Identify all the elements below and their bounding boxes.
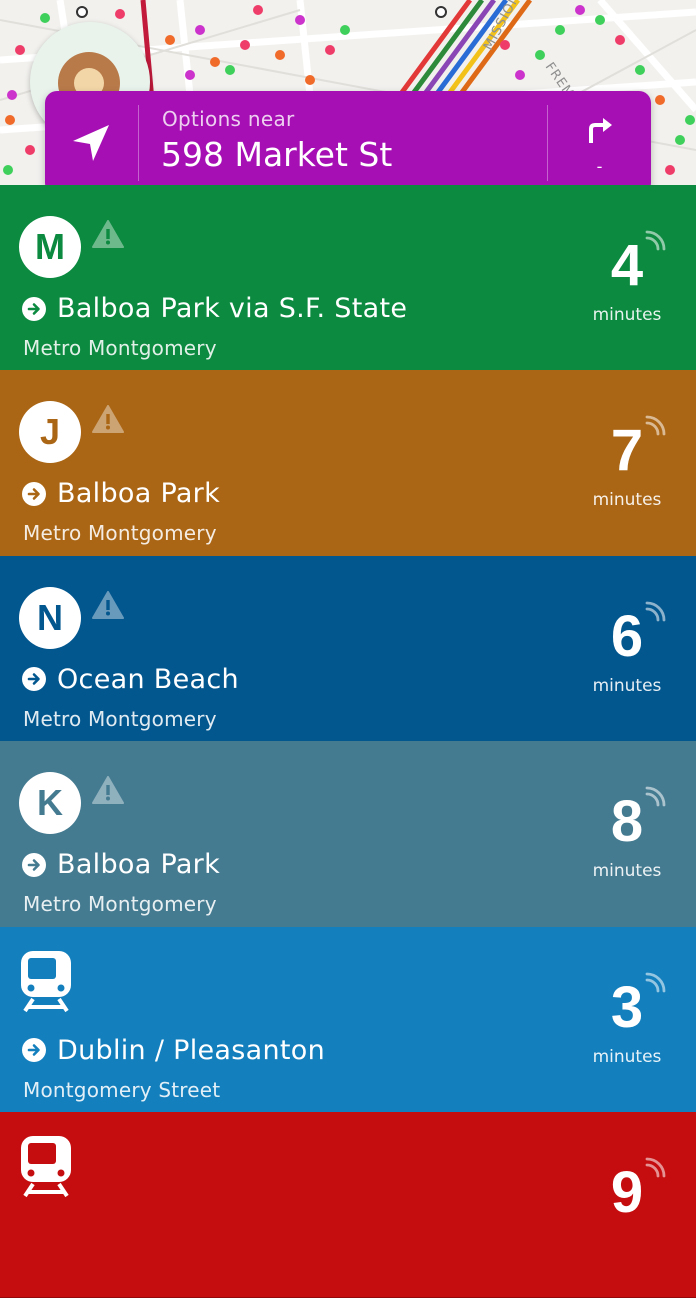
- route-row[interactable]: Dublin / Pleasanton Montgomery Street 3 mi…: [0, 926, 696, 1113]
- minutes-label: minutes: [592, 675, 662, 696]
- destination-row: Balboa Park: [22, 849, 220, 880]
- turn-right-icon: [589, 118, 612, 143]
- realtime-signal-icon: [645, 972, 666, 992]
- minutes-value: 4: [610, 233, 644, 298]
- realtime-signal-icon: [645, 1157, 666, 1178]
- alert-icon[interactable]: [92, 405, 124, 434]
- train-icon: [21, 950, 71, 1012]
- destination-row: Dublin / Pleasanton: [22, 1035, 325, 1066]
- divider: [138, 105, 139, 181]
- line-badge: N: [19, 586, 81, 649]
- stop-name: Metro Montgomery: [23, 521, 217, 546]
- destination-name: Balboa Park via S.F. State: [57, 293, 408, 324]
- route-row[interactable]: M Balboa Park via S.F. State Metro Montg…: [0, 185, 696, 372]
- stop-name: Montgomery Street: [23, 1077, 221, 1102]
- line-badge: M: [19, 216, 81, 278]
- route-row[interactable]: N Ocean Beach Metro Montgomery 6 minutes: [0, 555, 696, 743]
- stop-name: Metro Montgomery: [23, 336, 217, 360]
- minutes-value: 8: [610, 789, 644, 855]
- minutes-label: minutes: [592, 1046, 662, 1067]
- arrow-right-icon: [22, 852, 46, 877]
- route-row[interactable]: 9: [0, 1112, 696, 1298]
- realtime-signal-icon: [645, 415, 666, 436]
- destination-row: Balboa Park via S.F. State: [22, 293, 407, 324]
- arrow-right-icon: [22, 296, 46, 321]
- destination-name: Dublin / Pleasanton: [57, 1034, 326, 1066]
- line-badge: J: [19, 401, 81, 464]
- minutes-value: 9: [610, 1160, 644, 1225]
- minutes-label: minutes: [592, 861, 662, 882]
- alert-icon[interactable]: [92, 220, 124, 248]
- minutes-value: 3: [610, 974, 644, 1040]
- line-badge: K: [19, 772, 81, 835]
- destination-name: Ocean Beach: [57, 663, 239, 695]
- locate-button[interactable]: [45, 91, 137, 195]
- train-icon: [21, 1136, 71, 1198]
- stop-name: Metro Montgomery: [23, 892, 217, 917]
- route-row[interactable]: J Balboa Park Metro Montgomery 7 minutes: [0, 370, 696, 557]
- arrow-right-icon: [22, 1038, 46, 1063]
- alert-icon[interactable]: [92, 776, 124, 805]
- arrow-right-icon: [22, 667, 46, 692]
- minutes-value: 7: [610, 418, 644, 484]
- minutes-label: minutes: [592, 305, 662, 325]
- location-banner[interactable]: Options near 598 Market St -: [45, 91, 651, 195]
- route-row[interactable]: K Balboa Park Metro Montgomery 8 minutes: [0, 741, 696, 928]
- minutes-value: 6: [610, 603, 644, 669]
- options-near-label: Options near: [162, 107, 295, 131]
- destination-row: Ocean Beach: [22, 664, 239, 695]
- current-address[interactable]: 598 Market St: [161, 135, 392, 174]
- arrow-right-icon: [22, 481, 46, 506]
- realtime-signal-icon: [645, 601, 666, 622]
- destination-name: Balboa Park: [57, 849, 221, 881]
- destination-row: Balboa Park: [22, 478, 220, 509]
- directions-value: -: [596, 157, 603, 176]
- stop-name: Metro Montgomery: [23, 706, 217, 731]
- destination-name: Balboa Park: [57, 478, 221, 510]
- minutes-label: minutes: [592, 490, 662, 511]
- location-arrow-icon: [73, 125, 109, 161]
- alert-icon[interactable]: [92, 590, 124, 619]
- realtime-signal-icon: [645, 786, 666, 807]
- realtime-signal-icon: [645, 230, 666, 251]
- directions-button[interactable]: -: [548, 91, 651, 195]
